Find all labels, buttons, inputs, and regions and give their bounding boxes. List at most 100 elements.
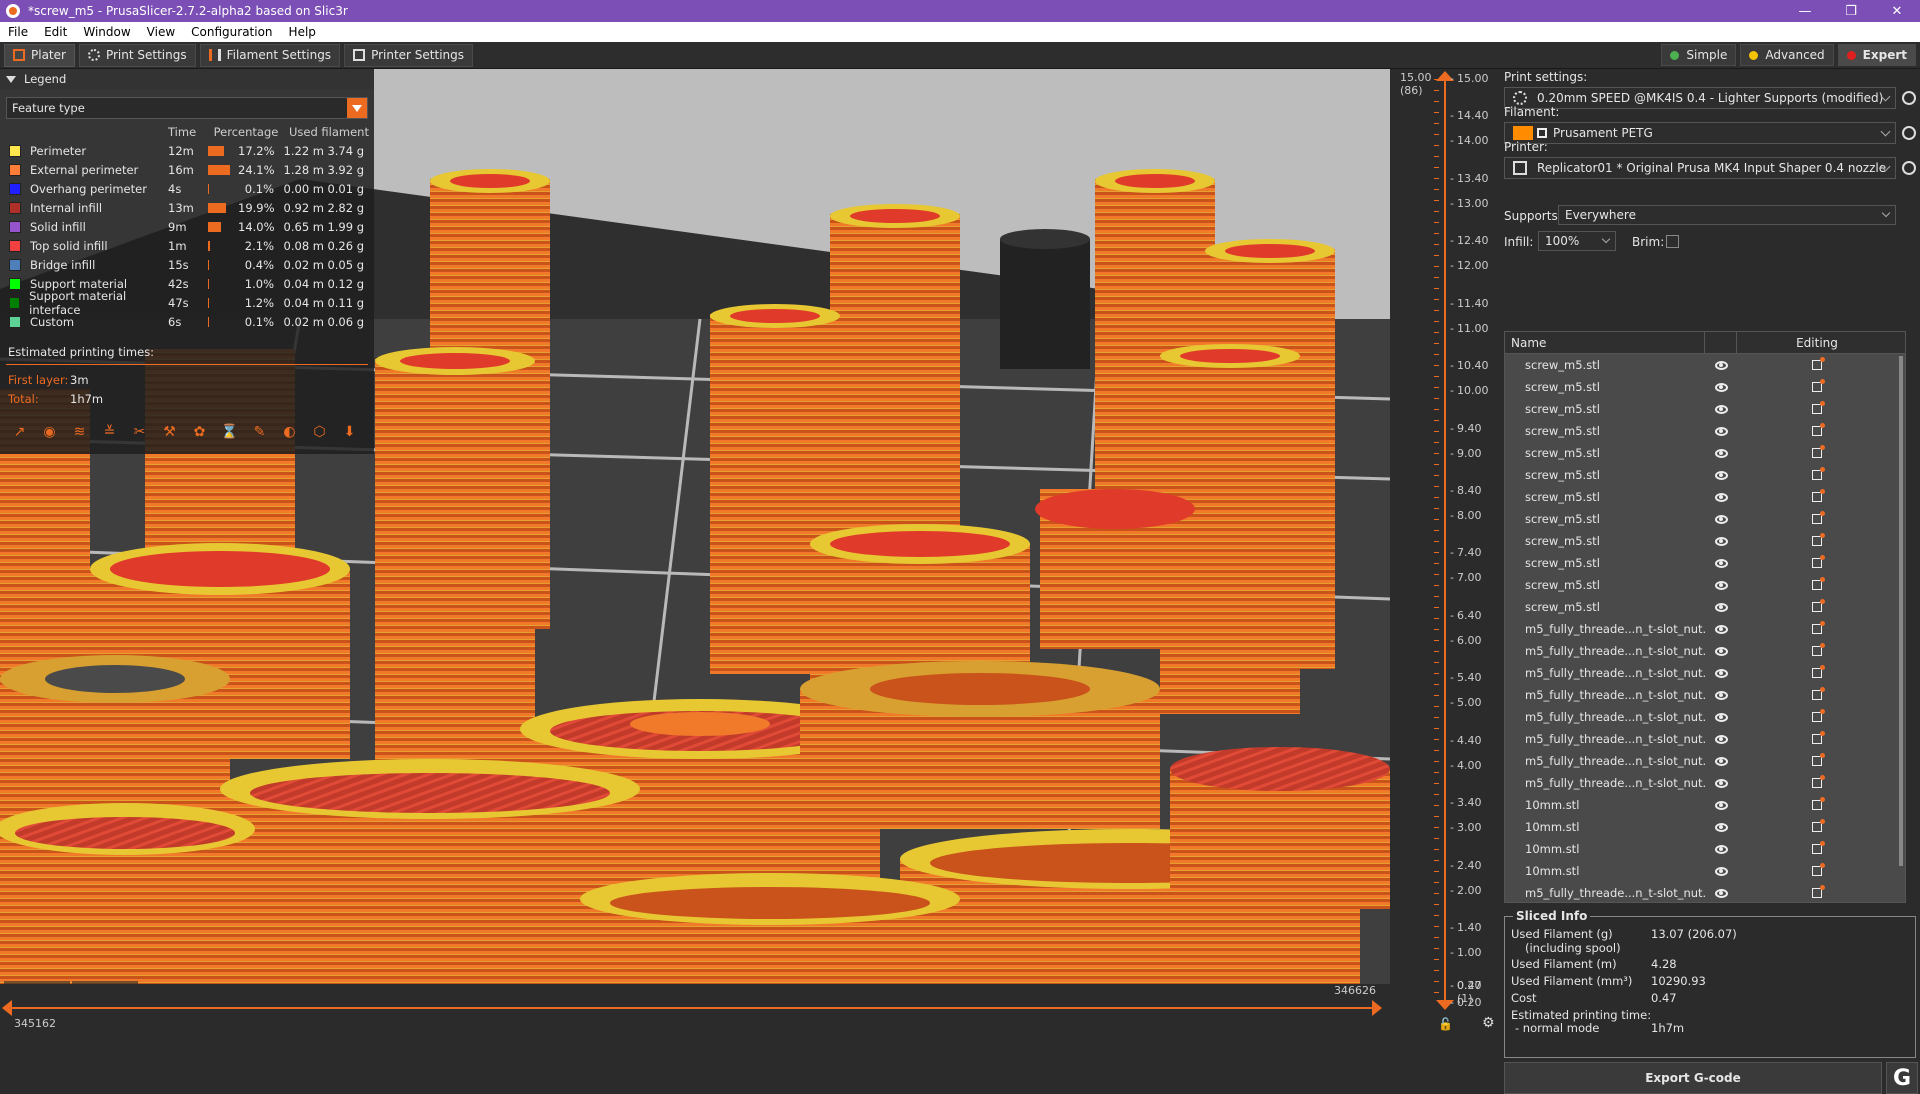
eye-icon[interactable] [1714, 382, 1728, 392]
deretractions-icon[interactable]: ≚ [98, 420, 121, 443]
print-settings-combo[interactable]: 0.20mm SPEED @MK4IS 0.4 - Lighter Suppor… [1504, 87, 1896, 109]
legend-row[interactable]: Bridge infill 15s 0.4% 0.02 m 0.05 g [0, 255, 374, 274]
menu-edit[interactable]: Edit [36, 25, 75, 39]
filament-edit-icon[interactable] [1902, 126, 1916, 140]
object-row[interactable]: 10mm.stl [1505, 838, 1905, 860]
tool-changes-icon[interactable]: ⚒ [158, 420, 181, 443]
col-name[interactable]: Name [1505, 332, 1705, 354]
object-row[interactable]: 10mm.stl [1505, 860, 1905, 882]
vertical-layer-slider[interactable]: 15.00 (86) 15.00 14.40 14.00 13.40 13.00 12.4… [1390, 69, 1500, 1033]
eye-icon[interactable] [1714, 470, 1728, 480]
eye-icon[interactable] [1714, 536, 1728, 546]
menu-file[interactable]: File [0, 25, 36, 39]
legend-row[interactable]: Perimeter 12m 17.2% 1.22 m 3.74 g [0, 141, 374, 160]
eye-icon[interactable] [1714, 602, 1728, 612]
edit-settings-icon[interactable] [1812, 379, 1825, 392]
custom-gcodes-icon[interactable]: ✎ [248, 420, 271, 443]
object-row[interactable]: m5_fully_threade...n_t-slot_nut.stl [1505, 618, 1905, 640]
edit-settings-icon[interactable] [1812, 555, 1825, 568]
edit-settings-icon[interactable] [1812, 423, 1825, 436]
supports-combo[interactable]: Everywhere [1558, 205, 1896, 225]
eye-icon[interactable] [1714, 448, 1728, 458]
menu-window[interactable]: Window [75, 25, 138, 39]
edit-settings-icon[interactable] [1812, 357, 1825, 370]
legend-row[interactable]: Internal infill 13m 19.9% 0.92 m 2.82 g [0, 198, 374, 217]
object-row[interactable]: m5_fully_threade...n_t-slot_nut.stl [1505, 662, 1905, 684]
object-row[interactable]: screw_m5.stl [1505, 376, 1905, 398]
object-row[interactable]: m5_fully_threade...n_t-slot_nut.stl [1505, 706, 1905, 728]
edit-settings-icon[interactable] [1812, 643, 1825, 656]
maximize-button[interactable]: ❐ [1828, 0, 1874, 22]
object-row[interactable]: screw_m5.stl [1505, 442, 1905, 464]
edit-settings-icon[interactable] [1812, 797, 1825, 810]
lock-icon[interactable]: 🔓 [1438, 1017, 1453, 1031]
horizontal-move-slider[interactable]: 345162 346626 [0, 984, 1390, 1033]
legend-row[interactable]: Custom 6s 0.1% 0.02 m 0.06 g [0, 312, 374, 331]
menu-configuration[interactable]: Configuration [183, 25, 280, 39]
eye-icon[interactable] [1714, 360, 1728, 370]
eye-icon[interactable] [1714, 844, 1728, 854]
eye-icon[interactable] [1714, 712, 1728, 722]
edit-settings-icon[interactable] [1812, 841, 1825, 854]
printer-edit-icon[interactable] [1902, 161, 1916, 175]
edit-settings-icon[interactable] [1812, 621, 1825, 634]
object-row[interactable]: screw_m5.stl [1505, 574, 1905, 596]
tool-marker-icon[interactable]: ⬇ [338, 420, 361, 443]
tab-plater[interactable]: Plater [4, 43, 75, 67]
printer-combo[interactable]: Replicator01 * Original Prusa MK4 Input … [1504, 157, 1896, 179]
legend-row[interactable]: Overhang perimeter 4s 0.1% 0.00 m 0.01 g [0, 179, 374, 198]
eye-icon[interactable] [1714, 888, 1728, 898]
eye-icon[interactable] [1714, 690, 1728, 700]
tab-printer-settings[interactable]: Printer Settings [344, 43, 474, 67]
travel-icon[interactable]: ↗ [8, 420, 31, 443]
wipe-icon[interactable]: ◉ [38, 420, 61, 443]
object-row[interactable]: m5_fully_threade...n_t-slot_nut.stl [1505, 728, 1905, 750]
object-row[interactable]: screw_m5.stl [1505, 530, 1905, 552]
mode-expert-button[interactable]: Expert [1837, 44, 1916, 66]
edit-settings-icon[interactable] [1812, 819, 1825, 832]
edit-settings-icon[interactable] [1812, 577, 1825, 590]
object-row[interactable]: 10mm.stl [1505, 794, 1905, 816]
legend-row[interactable]: Support material interface 47s 1.2% 0.04 m0… [0, 289, 374, 317]
edit-settings-icon[interactable] [1812, 489, 1825, 502]
eye-icon[interactable] [1714, 822, 1728, 832]
eye-icon[interactable] [1714, 756, 1728, 766]
object-row[interactable]: screw_m5.stl [1505, 354, 1905, 376]
edit-settings-icon[interactable] [1812, 401, 1825, 414]
eye-icon[interactable] [1714, 668, 1728, 678]
edit-settings-icon[interactable] [1812, 599, 1825, 612]
object-row[interactable]: screw_m5.stl [1505, 596, 1905, 618]
edit-settings-icon[interactable] [1812, 885, 1825, 898]
object-row[interactable]: m5_fully_threade...n_t-slot_nut.stl [1505, 750, 1905, 772]
object-row[interactable]: m5_fully_threade...n_t-slot_nut.stl [1505, 640, 1905, 662]
center-of-gravity-icon[interactable]: ◐ [278, 420, 301, 443]
object-row[interactable]: screw_m5.stl [1505, 486, 1905, 508]
eye-icon[interactable] [1714, 646, 1728, 656]
object-row[interactable]: screw_m5.stl [1505, 508, 1905, 530]
legend-header[interactable]: Legend [0, 69, 374, 89]
eye-icon[interactable] [1714, 514, 1728, 524]
object-row[interactable]: screw_m5.stl [1505, 464, 1905, 486]
tab-filament-settings[interactable]: Filament Settings [199, 43, 341, 67]
retractions-icon[interactable]: ≋ [68, 420, 91, 443]
edit-settings-icon[interactable] [1812, 731, 1825, 744]
print-settings-edit-icon[interactable] [1902, 91, 1916, 105]
mode-simple-button[interactable]: Simple [1661, 44, 1737, 66]
eye-icon[interactable] [1714, 404, 1728, 414]
eye-icon[interactable] [1714, 558, 1728, 568]
eye-icon[interactable] [1714, 866, 1728, 876]
object-row[interactable]: m5_fully_threade...n_t-slot_nut.stl [1505, 684, 1905, 706]
eye-icon[interactable] [1714, 492, 1728, 502]
object-row[interactable]: screw_m5.stl [1505, 420, 1905, 442]
export-gcode-button[interactable]: Export G-code [1504, 1062, 1882, 1094]
slider-upper-thumb[interactable] [1372, 1000, 1382, 1016]
eye-icon[interactable] [1714, 778, 1728, 788]
send-to-printer-icon[interactable]: G [1886, 1062, 1918, 1094]
slider-lower-thumb[interactable] [2, 1000, 12, 1016]
edit-settings-icon[interactable] [1812, 467, 1825, 480]
object-list-scrollbar[interactable] [1899, 356, 1903, 866]
close-button[interactable]: ✕ [1874, 0, 1920, 22]
slider-settings-cog-icon[interactable]: ⚙ [1482, 1015, 1495, 1031]
brim-checkbox[interactable] [1666, 235, 1679, 248]
eye-icon[interactable] [1714, 580, 1728, 590]
